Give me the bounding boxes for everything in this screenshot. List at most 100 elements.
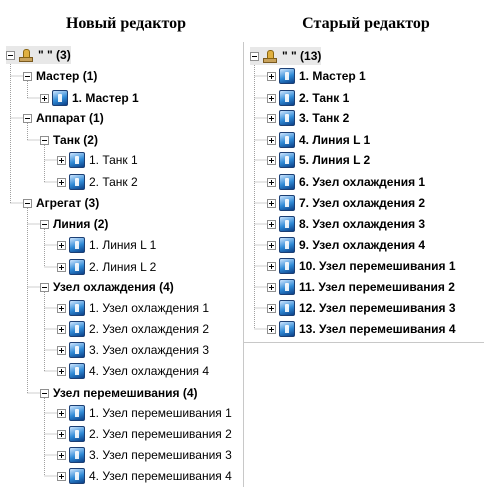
tree-node[interactable]: 1. Танк 1	[57, 151, 138, 169]
tree-node[interactable]: 2. Узел перемешивания 2	[57, 425, 232, 443]
tree-node[interactable]: 7. Узел охлаждения 2	[267, 194, 425, 212]
tree-node-label: 3. Узел перемешивания 3	[89, 448, 232, 462]
expand-icon[interactable]	[267, 240, 276, 250]
expand-icon[interactable]	[267, 93, 276, 103]
tree-node[interactable]: Мастер (1)	[23, 67, 97, 85]
tree-node[interactable]: 1. Линия L 1	[57, 236, 156, 254]
tree-node[interactable]: 10. Узел перемешивания 1	[267, 257, 456, 275]
tree-node[interactable]: 4. Узел перемешивания 4	[57, 467, 232, 485]
tree-node[interactable]: Узел перемешивания (4)	[40, 384, 198, 402]
expand-icon[interactable]	[57, 429, 66, 439]
tree-node-label: Мастер (1)	[36, 69, 98, 83]
expand-icon[interactable]	[267, 324, 276, 334]
collapse-icon[interactable]	[40, 135, 49, 145]
expand-icon[interactable]	[267, 303, 276, 313]
collapse-icon[interactable]	[40, 219, 49, 229]
tree-node[interactable]: 1. Мастер 1	[267, 67, 366, 85]
tree-node[interactable]: " " (13)	[250, 47, 322, 65]
equipment-node-icon	[69, 174, 85, 190]
expand-icon[interactable]	[57, 155, 66, 165]
tree-node-label: 4. Узел перемешивания 4	[89, 469, 232, 483]
collapse-icon[interactable]	[40, 282, 49, 292]
tree-node-label: 2. Танк 2	[89, 175, 138, 189]
expand-icon[interactable]	[57, 450, 66, 460]
tree-node-label: Танк (2)	[53, 133, 98, 147]
tree-node[interactable]: 2. Узел охлаждения 2	[57, 320, 209, 338]
tree-node[interactable]: Аппарат (1)	[23, 109, 104, 127]
expand-icon[interactable]	[57, 303, 66, 313]
tree-node[interactable]: 2. Танк 2	[57, 173, 138, 191]
tree-node[interactable]: 13. Узел перемешивания 4	[267, 320, 456, 338]
tree-node[interactable]: 5. Линия L 2	[267, 151, 370, 169]
expand-icon[interactable]	[57, 471, 66, 481]
collapse-icon[interactable]	[6, 50, 15, 60]
plant-root-icon	[262, 48, 278, 64]
expand-icon[interactable]	[57, 262, 66, 272]
equipment-node-icon	[69, 321, 85, 337]
tree-node-label: 10. Узел перемешивания 1	[299, 259, 456, 273]
equipment-node-icon	[279, 195, 295, 211]
tree-node[interactable]: Агрегат (3)	[23, 194, 99, 212]
collapse-icon[interactable]	[23, 71, 32, 81]
tree-node[interactable]: Линия (2)	[40, 215, 108, 233]
tree-node-label: 2. Узел охлаждения 2	[89, 322, 210, 336]
equipment-node-icon	[279, 237, 295, 253]
tree-node[interactable]: 9. Узел охлаждения 4	[267, 236, 425, 254]
collapse-icon[interactable]	[40, 388, 49, 398]
tree-node-label: 4. Линия L 1	[299, 133, 371, 147]
tree-node[interactable]: 2. Танк 1	[267, 89, 349, 107]
tree-node-label: 6. Узел охлаждения 1	[299, 175, 426, 189]
equipment-node-icon	[279, 152, 295, 168]
tree-node[interactable]: 6. Узел охлаждения 1	[267, 173, 425, 191]
tree-node[interactable]: 11. Узел перемешивания 2	[267, 278, 455, 296]
equipment-node-icon	[279, 68, 295, 84]
expand-icon[interactable]	[267, 113, 276, 123]
tree-node[interactable]: 4. Линия L 1	[267, 131, 370, 149]
tree-node-label: 3. Танк 2	[299, 111, 350, 125]
expand-icon[interactable]	[57, 408, 66, 418]
equipment-node-icon	[69, 468, 85, 484]
tree-node[interactable]: 8. Узел охлаждения 3	[267, 215, 425, 233]
expand-icon[interactable]	[267, 282, 276, 292]
tree-node[interactable]: 3. Узел перемешивания 3	[57, 446, 232, 464]
expand-icon[interactable]	[267, 135, 276, 145]
tree-node-label: Узел перемешивания (4)	[53, 386, 198, 400]
tree-node[interactable]: 1. Мастер 1	[40, 89, 139, 107]
tree-node[interactable]: Узел охлаждения (4)	[40, 278, 174, 296]
expand-icon[interactable]	[57, 240, 66, 250]
tree-node[interactable]: 3. Танк 2	[267, 109, 349, 127]
equipment-node-icon	[69, 405, 85, 421]
expand-icon[interactable]	[57, 366, 66, 376]
equipment-node-icon	[52, 90, 68, 106]
equipment-node-icon	[69, 259, 85, 275]
expand-icon[interactable]	[267, 261, 276, 271]
expand-icon[interactable]	[267, 198, 276, 208]
tree-node[interactable]: 1. Узел перемешивания 1	[57, 404, 232, 422]
expand-icon[interactable]	[57, 177, 66, 187]
expand-icon[interactable]	[57, 324, 66, 334]
tree-node[interactable]: 12. Узел перемешивания 3	[267, 299, 456, 317]
expand-icon[interactable]	[267, 71, 276, 81]
tree-node[interactable]: 1. Узел охлаждения 1	[57, 299, 209, 317]
expand-icon[interactable]	[267, 155, 276, 165]
tree-node-label: 12. Узел перемешивания 3	[299, 301, 456, 315]
expand-icon[interactable]	[40, 93, 49, 103]
new-editor-title: Новый редактор	[65, 15, 187, 32]
collapse-icon[interactable]	[250, 51, 259, 61]
tree-node[interactable]: 4. Узел охлаждения 4	[57, 362, 209, 380]
equipment-node-icon	[69, 152, 85, 168]
tree-node-label: 9. Узел охлаждения 4	[299, 238, 426, 252]
old-editor-tree: " " (13) 1. Мастер 1 2. Танк 1 3. Танк 2 4. …	[244, 42, 484, 343]
expand-icon[interactable]	[267, 219, 276, 229]
tree-node-label: Аппарат (1)	[36, 111, 104, 125]
equipment-node-icon	[279, 300, 295, 316]
tree-node[interactable]: Танк (2)	[40, 131, 98, 149]
collapse-icon[interactable]	[23, 198, 32, 208]
equipment-node-icon	[279, 174, 295, 190]
tree-node[interactable]: " " (3)	[6, 46, 71, 64]
tree-node[interactable]: 2. Линия L 2	[57, 258, 156, 276]
collapse-icon[interactable]	[23, 113, 32, 123]
expand-icon[interactable]	[57, 345, 66, 355]
expand-icon[interactable]	[267, 177, 276, 187]
tree-node[interactable]: 3. Узел охлаждения 3	[57, 341, 209, 359]
